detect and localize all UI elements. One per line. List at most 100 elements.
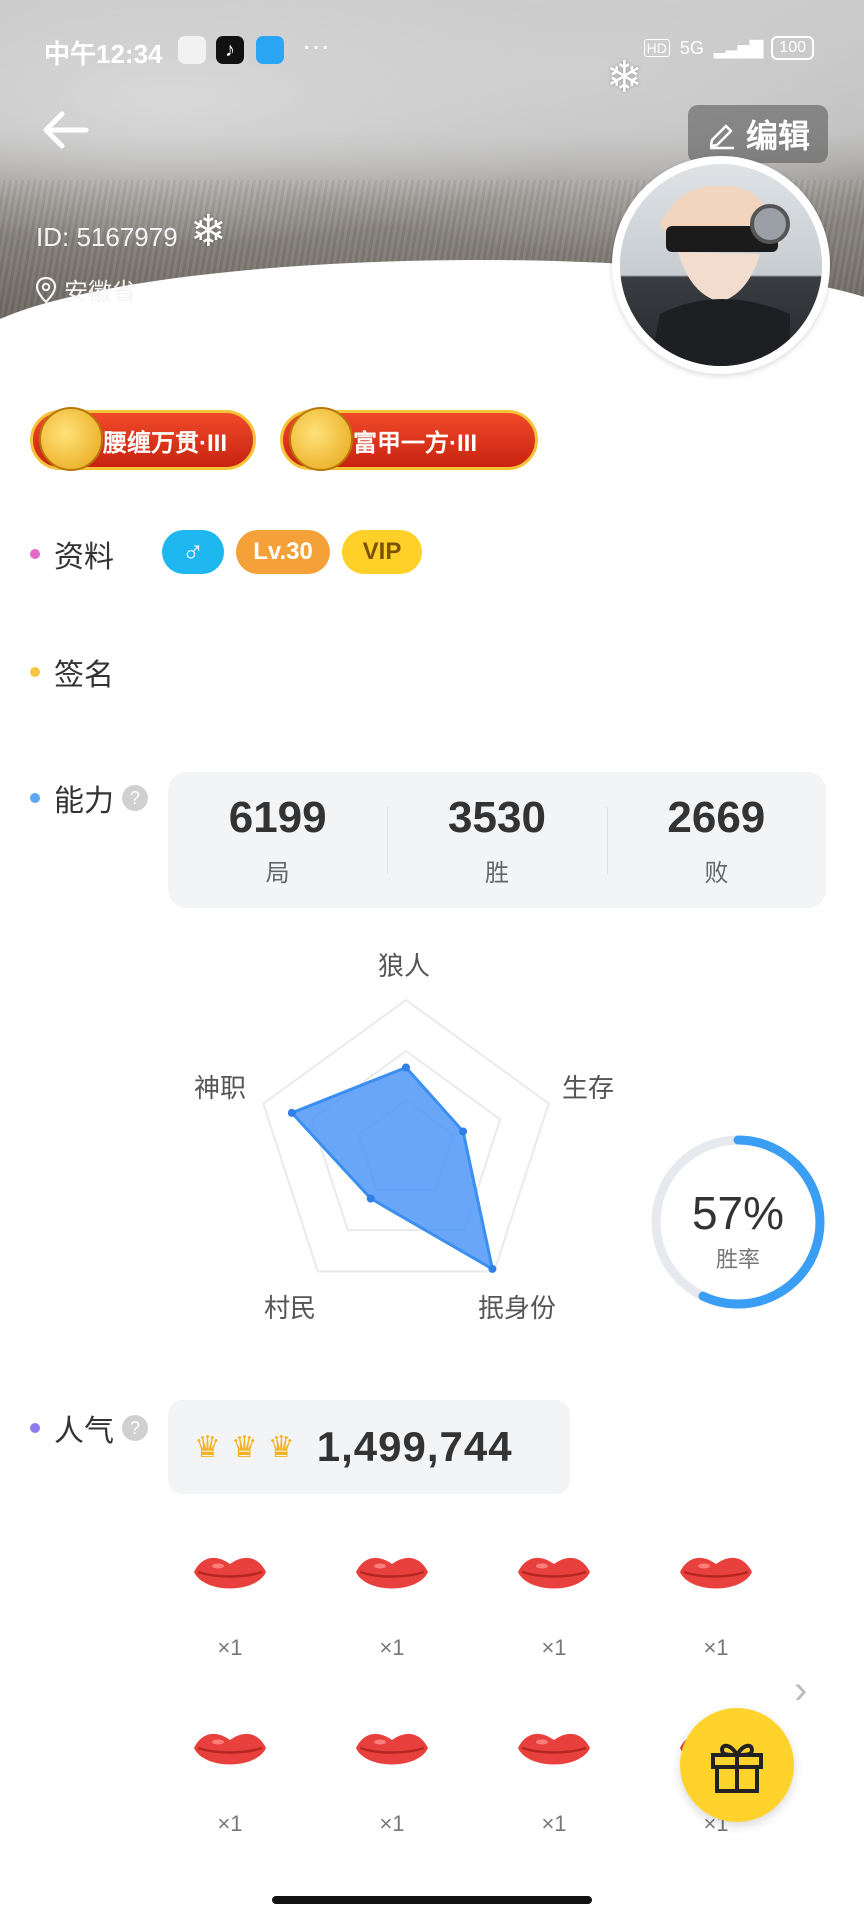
win-rate-label: 胜率: [715, 1247, 760, 1272]
coin-pouch-icon: [39, 407, 103, 471]
chevron-right-icon[interactable]: ›: [794, 1668, 807, 1713]
popularity-label: 人气: [54, 1415, 114, 1448]
gift-count: ×1: [379, 1811, 405, 1836]
pencil-icon: [709, 124, 734, 150]
signal-icon: ▂▃▅▇: [713, 37, 763, 58]
section-dot: [30, 667, 40, 677]
network-icon: 5G: [679, 37, 704, 58]
back-button[interactable]: [40, 110, 100, 160]
avatar[interactable]: [612, 156, 830, 374]
gift-count: ×1: [217, 1635, 243, 1660]
gift-count: ×1: [541, 1635, 567, 1660]
signature-section-label: 签名: [30, 650, 114, 694]
popularity-box: ♛ ♛ ♛ 1,499,744: [168, 1400, 570, 1494]
more-notifications-icon: ···: [302, 30, 330, 61]
section-dot: [30, 549, 40, 559]
stat-value: 3530: [448, 792, 546, 842]
stat-value: 2669: [667, 792, 766, 842]
crown-icon: ♛: [267, 1430, 295, 1464]
section-dot: [30, 1423, 40, 1433]
lips-icon: [518, 1557, 590, 1589]
user-id: ID: 5167979: [36, 222, 178, 252]
edit-label: 编辑: [745, 118, 810, 154]
tiktok-icon: ♪: [216, 36, 244, 64]
stat-losses: 2669 败: [606, 792, 826, 888]
stat-value: 6199: [228, 792, 327, 842]
gift-count: ×1: [217, 1811, 243, 1836]
info-section-label: 资料: [30, 532, 114, 576]
radar-point: [402, 1063, 410, 1072]
home-indicator[interactable]: [272, 1896, 592, 1904]
crown-icon: ♛: [194, 1430, 221, 1464]
gift-icon: [711, 1743, 763, 1793]
ability-stats: 6199 局 3530 胜 2669 败: [168, 772, 826, 908]
badge-wealth-1[interactable]: 腰缠万贯·III: [30, 407, 256, 471]
ability-radar-chart: [262, 998, 550, 1273]
location-text: 安徽省: [64, 279, 136, 306]
lips-icon: [356, 1557, 428, 1589]
send-gift-button[interactable]: [680, 1708, 794, 1822]
avatar-illustration: [650, 185, 790, 366]
status-bar: 中午12:34 ♪ ··· HD 5G ▂▃▅▇ 100: [0, 0, 864, 100]
battery-icon: 100: [771, 36, 814, 60]
radar-label-survival: 生存: [562, 1073, 615, 1103]
radar-label-werewolf: 狼人: [378, 951, 431, 981]
help-icon[interactable]: ?: [122, 785, 148, 811]
gift-count: ×1: [541, 1811, 567, 1836]
signature-label: 签名: [54, 659, 114, 692]
badge-label: 富甲一方·III: [353, 429, 477, 457]
info-label: 资料: [54, 541, 114, 574]
location-pin-icon: [35, 276, 57, 304]
ability-section-label: 能力 ?: [30, 776, 148, 820]
back-arrow-icon: [43, 111, 89, 149]
radar-label-god-role: 神职: [194, 1073, 247, 1103]
crown-icon: ♛: [230, 1430, 258, 1464]
avatar-image: [620, 164, 822, 366]
popularity-value: 1,499,744: [316, 1423, 513, 1470]
stat-label: 胜: [484, 859, 509, 887]
radar-label-villager: 村民: [264, 1293, 317, 1323]
gift-item[interactable]: ×1: [175, 1550, 285, 1661]
section-dot: [30, 793, 40, 803]
app-notification-icon: [178, 36, 206, 64]
gift-item[interactable]: ×1: [337, 1550, 447, 1661]
gift-item[interactable]: ×1: [661, 1550, 771, 1661]
radar-shape: [289, 1065, 495, 1272]
treasure-chest-icon: [289, 407, 353, 471]
stat-label: 败: [704, 859, 729, 887]
edit-button[interactable]: 编辑: [687, 105, 828, 163]
stat-wins: 3530 胜: [387, 793, 606, 888]
win-rate-center: 57% 胜率: [648, 1186, 828, 1274]
lips-icon: [356, 1733, 428, 1765]
lips-icon: [680, 1557, 752, 1589]
status-time: 中午12:34: [44, 39, 163, 69]
snowflake-icon: ❄: [190, 207, 227, 256]
gift-item[interactable]: ×1: [499, 1726, 609, 1837]
gift-count: ×1: [703, 1635, 729, 1660]
ability-label: 能力: [54, 785, 114, 818]
user-location: 安徽省: [34, 272, 136, 307]
level-pill: Lv.30: [236, 530, 330, 574]
win-rate-value: 57%: [691, 1187, 785, 1239]
gift-item[interactable]: ×1: [337, 1726, 447, 1837]
gift-item[interactable]: ×1: [175, 1726, 285, 1837]
vip-pill: VIP: [342, 530, 422, 574]
gender-male-pill: ♂: [162, 530, 224, 574]
help-icon[interactable]: ?: [122, 1415, 148, 1441]
gift-count: ×1: [379, 1635, 405, 1660]
status-indicators: HD 5G ▂▃▅▇ 100: [643, 36, 814, 60]
hd-icon: HD: [643, 39, 670, 57]
radar-point: [459, 1127, 468, 1136]
lips-icon: [194, 1733, 266, 1765]
radar-point: [366, 1194, 375, 1203]
gift-item[interactable]: ×1: [499, 1550, 609, 1661]
popularity-section-label: 人气 ?: [30, 1406, 148, 1450]
stat-games: 6199 局: [168, 793, 387, 888]
stat-label: 局: [265, 859, 290, 887]
badge-label: 腰缠万贯·III: [103, 429, 227, 457]
radar-point: [488, 1264, 497, 1273]
lips-icon: [194, 1557, 266, 1589]
lips-icon: [518, 1733, 590, 1765]
snowflake-icon: ❄: [606, 53, 643, 102]
badge-wealth-2[interactable]: 富甲一方·III: [280, 407, 538, 471]
